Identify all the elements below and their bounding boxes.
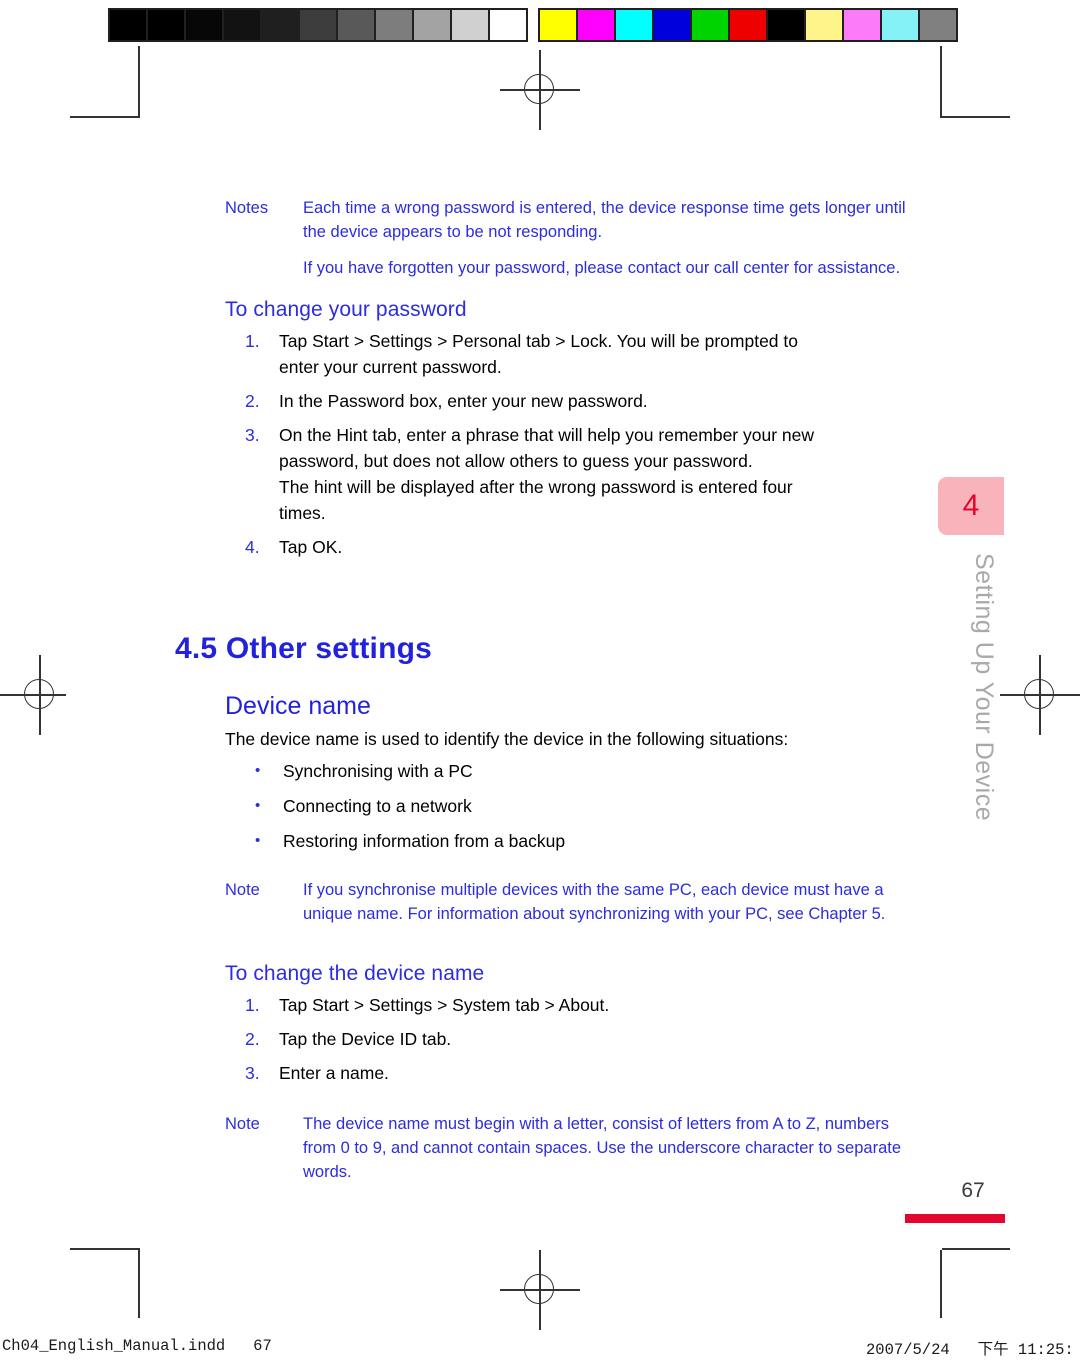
step-line: Tap the Device ID tab. xyxy=(279,1029,452,1049)
note-body: If you synchronise multiple devices with… xyxy=(303,878,925,926)
device-name-usage-list: • Synchronising with a PC • Connecting t… xyxy=(225,758,925,854)
list-item: • Connecting to a network xyxy=(225,793,925,819)
step-number: 2. xyxy=(245,391,260,411)
step-text: In the Password box, enter your new pass… xyxy=(279,388,925,414)
step-text: On the Hint tab, enter a phrase that wil… xyxy=(279,422,925,526)
note-paragraph: Each time a wrong password is entered, t… xyxy=(303,199,906,241)
page-number: 67 xyxy=(961,1179,985,1202)
device-name-intro: The device name is used to identify the … xyxy=(225,729,789,749)
list-item: • Synchronising with a PC xyxy=(225,758,925,784)
step-text: Tap OK. xyxy=(279,534,925,560)
step-text: Tap the Device ID tab. xyxy=(279,1026,925,1052)
step-number: 4. xyxy=(245,537,260,557)
main-content-column: Notes Each time a wrong password is ente… xyxy=(225,196,925,568)
note-block-naming-rules: Note The device name must begin with a l… xyxy=(225,1112,925,1184)
chapter-vertical-title: Setting Up Your Device xyxy=(970,553,998,822)
step-line: The hint will be displayed after the wro… xyxy=(279,477,793,497)
section-heading-other-settings: 4.5 Other settings xyxy=(175,632,433,665)
steps-change-your-password: 1. Tap Start > Settings > Personal tab >… xyxy=(225,328,925,560)
manual-page: Notes Each time a wrong password is ente… xyxy=(0,0,1080,1364)
step-line: times. xyxy=(279,503,326,523)
note-paragraph: If you have forgotten your password, ple… xyxy=(303,259,901,277)
bullet-text: Synchronising with a PC xyxy=(283,761,473,781)
step-line: Enter a name. xyxy=(279,1063,389,1083)
step-line: Tap OK. xyxy=(279,537,343,557)
step-number: 3. xyxy=(245,425,260,445)
bullet-icon: • xyxy=(255,762,261,779)
page-number-rule xyxy=(905,1214,1005,1223)
list-item: 1. Tap Start > Settings > System tab > A… xyxy=(225,992,925,1018)
device-name-section: The device name is used to identify the … xyxy=(225,726,925,1188)
list-item: 3. On the Hint tab, enter a phrase that … xyxy=(225,422,925,526)
footer-timestamp: 2007/5/24 下午 11:25: xyxy=(866,1341,1074,1359)
heading-change-device-name: To change the device name xyxy=(225,962,485,985)
note-block-password-attempts: Notes Each time a wrong password is ente… xyxy=(225,196,925,280)
list-item: 2. In the Password box, enter your new p… xyxy=(225,388,925,414)
note-label: Note xyxy=(225,881,260,899)
note-paragraph: The device name must begin with a letter… xyxy=(303,1115,902,1181)
list-item: 2. Tap the Device ID tab. xyxy=(225,1026,925,1052)
note-block-unique-name: Note If you synchronise multiple devices… xyxy=(225,878,925,926)
chapter-number: 4 xyxy=(962,489,980,522)
note-body: The device name must begin with a letter… xyxy=(303,1112,925,1184)
step-number: 2. xyxy=(245,1029,260,1049)
list-item: 4. Tap OK. xyxy=(225,534,925,560)
step-line: Tap Start > Settings > System tab > Abou… xyxy=(279,995,610,1015)
note-body: Each time a wrong password is entered, t… xyxy=(303,196,925,280)
note-label: Note xyxy=(225,1115,260,1133)
step-line: On the Hint tab, enter a phrase that wil… xyxy=(279,425,814,445)
note-label: Notes xyxy=(225,199,269,217)
heading-change-your-password: To change your password xyxy=(225,298,467,321)
list-item: 3. Enter a name. xyxy=(225,1060,925,1086)
bullet-text: Restoring information from a backup xyxy=(283,831,566,851)
step-line: Tap Start > Settings > Personal tab > Lo… xyxy=(279,331,799,351)
bullet-text: Connecting to a network xyxy=(283,796,472,816)
step-number: 3. xyxy=(245,1063,260,1083)
step-number: 1. xyxy=(245,995,260,1015)
bullet-icon: • xyxy=(255,832,261,849)
step-text: Tap Start > Settings > Personal tab > Lo… xyxy=(279,328,925,380)
list-item: • Restoring information from a backup xyxy=(225,828,925,854)
step-line: password, but does not allow others to g… xyxy=(279,451,753,471)
step-line: In the Password box, enter your new pass… xyxy=(279,391,648,411)
note-paragraph: If you synchronise multiple devices with… xyxy=(303,881,886,923)
chapter-tab: 4 xyxy=(938,477,1004,535)
step-line: enter your current password. xyxy=(279,357,502,377)
steps-change-device-name: 1. Tap Start > Settings > System tab > A… xyxy=(225,992,925,1086)
topic-heading-device-name: Device name xyxy=(225,692,371,720)
bullet-icon: • xyxy=(255,797,261,814)
step-text: Tap Start > Settings > System tab > Abou… xyxy=(279,992,925,1018)
list-item: 1. Tap Start > Settings > Personal tab >… xyxy=(225,328,925,380)
step-text: Enter a name. xyxy=(279,1060,925,1086)
step-number: 1. xyxy=(245,331,260,351)
footer-filename: Ch04_English_Manual.indd 67 xyxy=(2,1337,272,1355)
